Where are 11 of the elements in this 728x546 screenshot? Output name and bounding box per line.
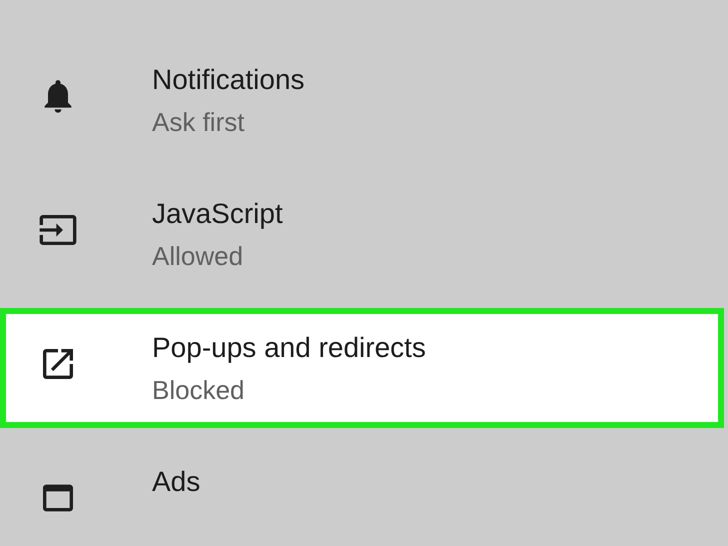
- highlighted-setting-row[interactable]: Pop-ups and redirects Blocked: [0, 308, 724, 428]
- setting-row[interactable]: JavaScript Allowed: [0, 174, 724, 294]
- setting-row[interactable]: Ads: [0, 442, 724, 546]
- setting-row[interactable]: Notifications Ask first: [0, 40, 724, 160]
- setting-title: Pop-ups and redirects: [152, 331, 426, 365]
- setting-title: Notifications: [152, 63, 305, 97]
- setting-status: Ask first: [152, 106, 246, 139]
- setting-status: Blocked: [152, 374, 246, 407]
- setting-status: Allowed: [152, 240, 244, 273]
- setting-title: Ads: [152, 465, 200, 499]
- setting-title: JavaScript: [152, 197, 283, 231]
